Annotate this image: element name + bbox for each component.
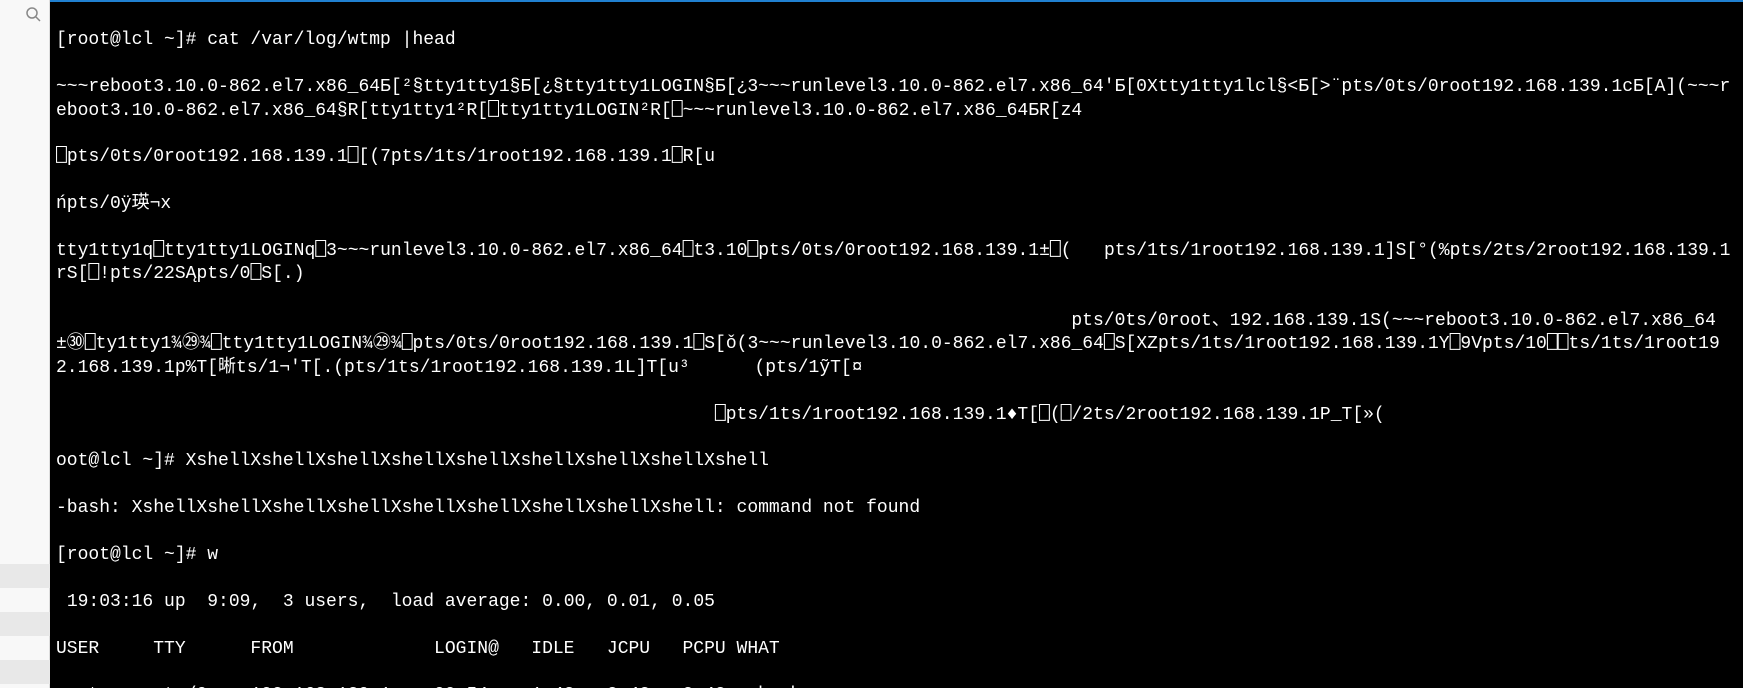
terminal-line: ⎕pts/0ts/0root192.168.139.1⎕[(7pts/1ts/1…	[56, 146, 1737, 169]
terminal-line: [root@lcl ~]# cat /var/log/wtmp |head	[56, 29, 1737, 52]
terminal-output[interactable]: [root@lcl ~]# cat /var/log/wtmp |head ~~…	[50, 0, 1743, 688]
terminal-line: [root@lcl ~]# w	[56, 544, 1737, 567]
terminal-line: tty1tty1q⎕tty1tty1LOGINq⎕3~~~runlevel3.1…	[56, 240, 1737, 287]
search-icon[interactable]	[25, 6, 41, 22]
terminal-line: ⎕pts/1ts/1root192.168.139.1♦T[⎕(⎕/2ts/2r…	[56, 404, 1737, 427]
gutter-stripe	[0, 660, 50, 684]
terminal-line: pts/0ts/0root、192.168.139.1S(~~~reboot3.…	[56, 310, 1737, 380]
terminal-line: ~~~reboot3.10.0-862.el7.x86_64Б[²§tty1tt…	[56, 76, 1737, 123]
gutter-stripe	[0, 612, 50, 636]
terminal-line: ńpts/0ÿ瑛¬x	[56, 193, 1737, 216]
terminal-line: oot@lcl ~]# XshellXshellXshellXshellXshe…	[56, 450, 1737, 473]
terminal-line: 19:03:16 up 9:09, 3 users, load average:…	[56, 591, 1737, 614]
gutter-stripe	[0, 564, 50, 588]
terminal-line: -bash: XshellXshellXshellXshellXshellXsh…	[56, 497, 1737, 520]
w-row: root pts/0 192.168.139.1 09:54 1:43m 2.4…	[56, 684, 1737, 688]
w-header-line: USER TTY FROM LOGIN@ IDLE JCPU PCPU WHAT	[56, 638, 1737, 661]
